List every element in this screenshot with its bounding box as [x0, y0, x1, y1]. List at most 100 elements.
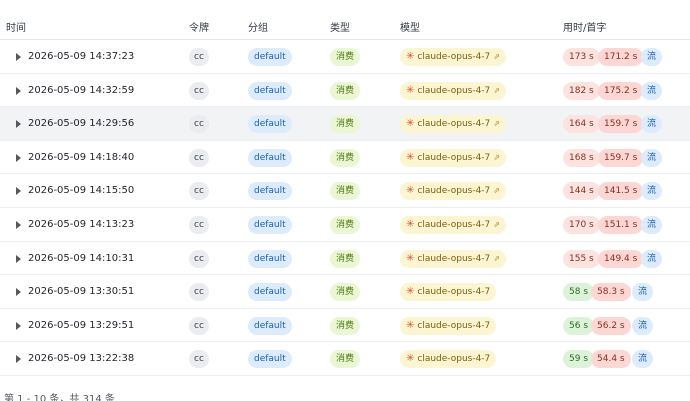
token-badge: cc — [189, 316, 209, 335]
caret-right-icon[interactable] — [16, 120, 21, 129]
caret-right-icon[interactable] — [16, 53, 21, 61]
model-badge[interactable]: ✳ claude-opus-4-7 ⇗ — [400, 115, 506, 134]
external-link-icon[interactable]: ⇗ — [493, 153, 500, 162]
header-time[interactable]: 时间 — [6, 19, 26, 34]
model-badge[interactable]: ✳ claude-opus-4-7 ⇗ — [400, 249, 506, 268]
row-time: 2026-05-09 14:32:59 — [28, 84, 135, 96]
first-token-badge: 141.5 s — [598, 182, 644, 201]
first-token-badge: 58.3 s — [591, 283, 631, 302]
model-badge[interactable]: ✳ claude-opus-4-7 ⇗ — [400, 81, 506, 100]
group-badge: default — [248, 283, 292, 302]
model-name: claude-opus-4-7 — [417, 152, 491, 163]
caret-right-icon[interactable] — [16, 321, 21, 330]
row-time: 2026-05-09 13:29:51 — [28, 319, 135, 331]
model-name: claude-opus-4-7 — [417, 219, 491, 230]
table-row[interactable]: 2026-05-09 14:15:50 cc default 消费 ✳ claude-op… — [0, 174, 690, 208]
first-token-badge: 175.2 s — [598, 81, 644, 100]
header-model: 模型 — [400, 23, 420, 34]
model-badge[interactable]: ✳ claude-opus-4-7 ⇗ — [400, 148, 506, 167]
model-name: claude-opus-4-7 — [417, 85, 491, 96]
group-badge: default — [248, 148, 292, 167]
table-row[interactable]: 2026-05-09 13:30:51 cc default 消费 ✳ claude-op… — [0, 275, 690, 309]
type-badge: 消费 — [330, 182, 361, 201]
type-badge: 消费 — [330, 283, 361, 302]
external-link-icon[interactable]: ⇗ — [493, 119, 500, 128]
model-badge[interactable]: ✳ claude-opus-4-7 ⇗ — [400, 48, 506, 66]
table-row[interactable]: 2026-05-09 14:29:56 cc default 消费 ✳ claude-op… — [0, 107, 690, 141]
caret-right-icon[interactable] — [16, 220, 21, 229]
caret-right-icon[interactable] — [16, 153, 21, 162]
caret-right-icon[interactable] — [16, 288, 21, 297]
row-time: 2026-05-09 14:10:31 — [28, 252, 135, 264]
total-time-badge: 144 s — [563, 182, 600, 201]
external-link-icon[interactable]: ⇗ — [493, 52, 500, 61]
header-type: 类型 — [330, 23, 350, 34]
table-row[interactable]: 2026-05-09 14:13:23 cc default 消费 ✳ claude-op… — [0, 208, 690, 242]
row-time: 2026-05-09 14:15:50 — [28, 185, 135, 197]
token-badge: cc — [189, 249, 209, 268]
model-badge[interactable]: ✳ claude-opus-4-7 — [400, 283, 497, 302]
header-duration: 用时/首字 — [563, 23, 607, 34]
stream-badge: 流 — [641, 81, 663, 100]
claude-star-icon: ✳ — [406, 118, 415, 130]
stream-badge: 流 — [641, 215, 663, 234]
total-time-badge: 164 s — [563, 115, 600, 134]
model-badge[interactable]: ✳ claude-opus-4-7 ⇗ — [400, 182, 506, 201]
table-row[interactable]: 2026-05-09 14:37:23 cc default 消费 ✳ claude-op… — [0, 40, 690, 74]
table-row[interactable]: 2026-05-09 13:22:38 cc default 消费 ✳ claude-op… — [0, 342, 690, 376]
group-badge: default — [248, 316, 292, 335]
header-group: 分组 — [248, 23, 268, 34]
claude-star-icon: ✳ — [406, 252, 415, 264]
group-badge: default — [248, 215, 292, 234]
table-row[interactable]: 2026-05-09 13:29:51 cc default 消费 ✳ claude-op… — [0, 309, 690, 343]
first-token-badge: 159.7 s — [598, 115, 644, 134]
pagination-summary: 第 1 - 10 条，共 314 条 — [4, 394, 115, 401]
total-time-badge: 56 s — [563, 316, 595, 335]
caret-right-icon[interactable] — [16, 187, 21, 196]
table-row[interactable]: 2026-05-09 14:18:40 cc default 消费 ✳ claude-op… — [0, 141, 690, 175]
external-link-icon[interactable]: ⇗ — [493, 86, 500, 95]
stream-badge: 流 — [632, 316, 654, 335]
group-badge: default — [248, 350, 292, 369]
claude-star-icon: ✳ — [406, 185, 415, 197]
model-name: claude-opus-4-7 — [417, 320, 491, 331]
first-token-badge: 56.2 s — [591, 316, 631, 335]
group-badge: default — [248, 182, 292, 201]
token-badge: cc — [189, 182, 209, 201]
row-time: 2026-05-09 13:22:38 — [28, 353, 135, 365]
token-badge: cc — [189, 350, 209, 369]
token-badge: cc — [189, 81, 209, 100]
group-badge: default — [248, 81, 292, 100]
row-time: 2026-05-09 14:29:56 — [28, 118, 135, 130]
external-link-icon[interactable]: ⇗ — [493, 186, 500, 195]
type-badge: 消费 — [330, 215, 361, 234]
total-time-badge: 58 s — [563, 283, 595, 302]
token-badge: cc — [189, 48, 209, 66]
token-badge: cc — [189, 115, 209, 134]
token-badge: cc — [189, 215, 209, 234]
claude-star-icon: ✳ — [406, 218, 415, 230]
model-badge[interactable]: ✳ claude-opus-4-7 — [400, 316, 497, 335]
caret-right-icon[interactable] — [16, 254, 21, 263]
stream-badge: 流 — [641, 48, 663, 66]
caret-right-icon[interactable] — [16, 86, 21, 95]
row-time: 2026-05-09 13:30:51 — [28, 286, 135, 298]
model-name: claude-opus-4-7 — [417, 287, 491, 298]
caret-right-icon[interactable] — [16, 355, 21, 364]
row-time: 2026-05-09 14:37:23 — [28, 51, 135, 62]
total-time-badge: 168 s — [563, 148, 600, 167]
model-name: claude-opus-4-7 — [417, 186, 491, 197]
row-time: 2026-05-09 14:18:40 — [28, 151, 135, 163]
external-link-icon[interactable]: ⇗ — [493, 254, 500, 263]
table-row[interactable]: 2026-05-09 14:10:31 cc default 消费 ✳ claude-op… — [0, 242, 690, 276]
token-badge: cc — [189, 148, 209, 167]
external-link-icon[interactable]: ⇗ — [493, 220, 500, 229]
claude-star-icon: ✳ — [406, 151, 415, 163]
model-badge[interactable]: ✳ claude-opus-4-7 ⇗ — [400, 215, 506, 234]
table-header: 时间 令牌 分组 类型 模型 用时/首字 — [0, 6, 690, 40]
model-badge[interactable]: ✳ claude-opus-4-7 — [400, 350, 497, 369]
table-row[interactable]: 2026-05-09 14:32:59 cc default 消费 ✳ claude-op… — [0, 74, 690, 108]
usage-log-table: 时间 令牌 分组 类型 模型 用时/首字 2026-05-09 14:37:23… — [0, 6, 690, 376]
token-badge: cc — [189, 283, 209, 302]
model-name: claude-opus-4-7 — [417, 119, 491, 130]
